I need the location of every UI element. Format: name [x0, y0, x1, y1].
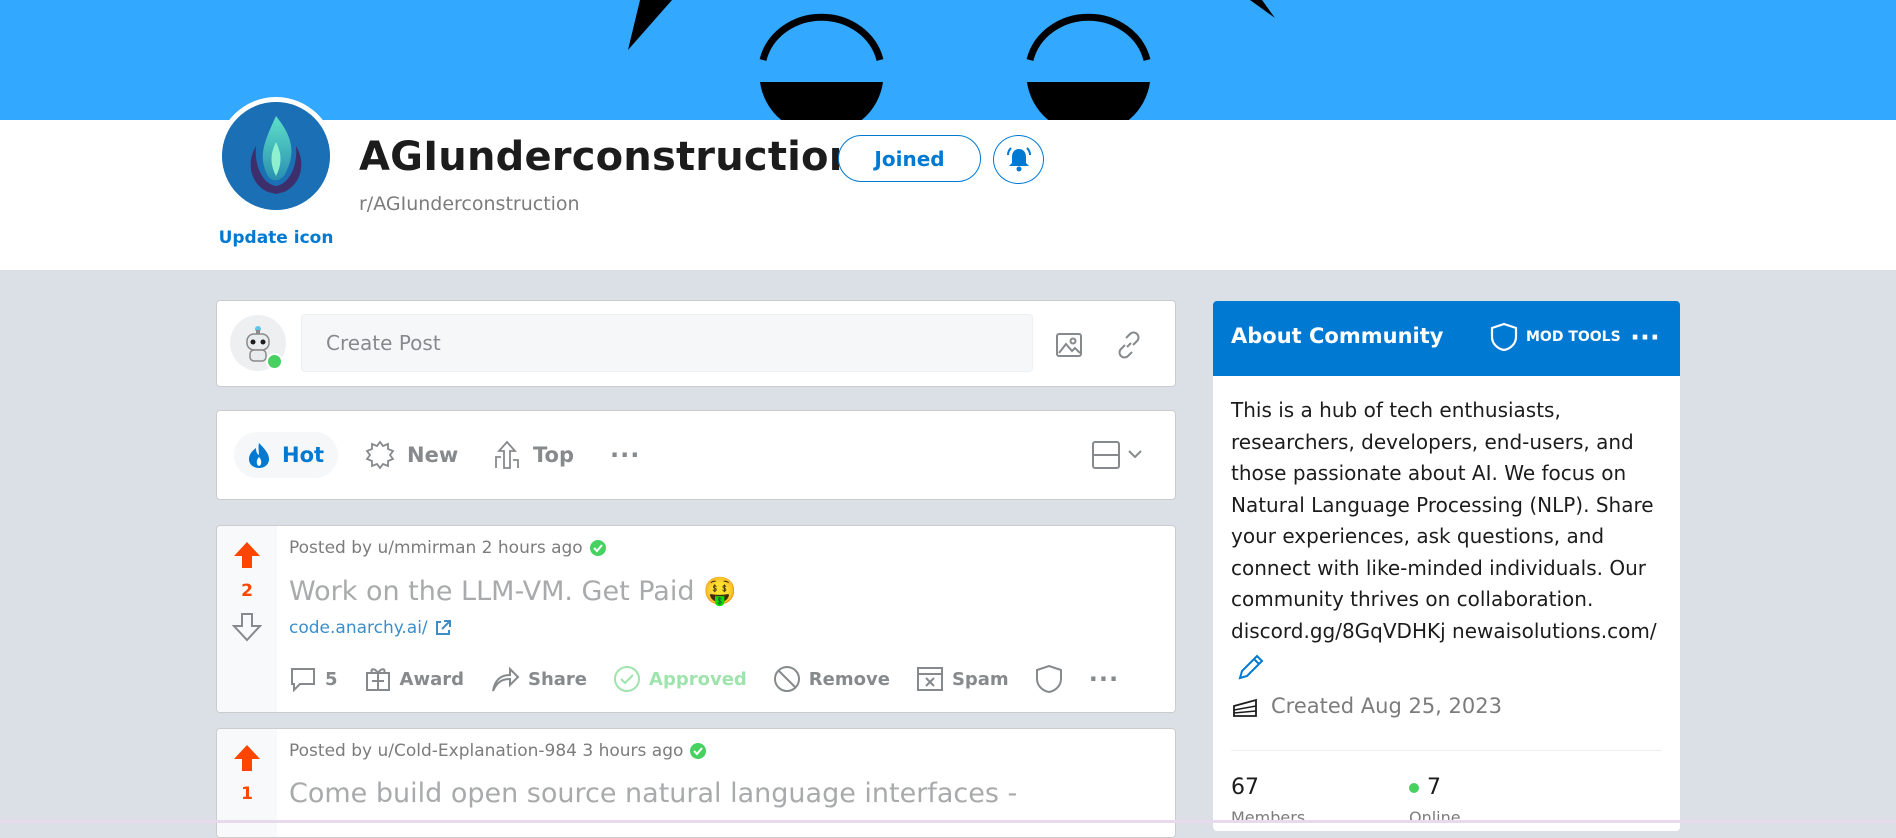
online-label: Online [1409, 808, 1461, 827]
remove-circle-icon [773, 666, 800, 692]
cake-icon [1233, 698, 1257, 717]
share-button[interactable]: Share [490, 665, 587, 693]
more-icon: ··· [1630, 323, 1660, 353]
post-score: 2 [241, 581, 253, 601]
members-count: 67 [1231, 775, 1259, 800]
remove-label: Remove [808, 668, 890, 690]
approved-check-icon [589, 540, 606, 556]
mod-tools-button[interactable]: MOD TOOLS [1490, 322, 1621, 352]
comment-icon [291, 668, 315, 693]
spam-button[interactable]: Spam [916, 665, 1009, 693]
sort-top-label: Top [533, 443, 574, 467]
flame-logo-icon [222, 102, 330, 210]
burst-icon [365, 440, 395, 470]
award-label: Award [399, 668, 464, 690]
community-subreddit-name: r/AGIunderconstruction [359, 193, 580, 215]
post-title[interactable]: Come build open source natural language … [289, 778, 1017, 809]
shield-icon [1490, 322, 1518, 352]
share-label: Share [528, 668, 588, 690]
approved-check-icon [690, 743, 707, 759]
mod-tools-label: MOD TOOLS [1526, 329, 1621, 345]
online-indicator-dot [1409, 782, 1419, 793]
about-community-header: About Community MOD TOOLS ··· [1213, 301, 1680, 376]
post-title-text: Work on the LLM-VM. Get Paid [289, 576, 695, 607]
shield-icon [1035, 664, 1062, 694]
sort-hot-button[interactable]: Hot [234, 432, 339, 478]
about-divider [1231, 750, 1662, 751]
about-community-title: About Community [1231, 324, 1444, 348]
online-status-dot [266, 353, 283, 370]
upvote-button[interactable] [232, 743, 262, 773]
post-link[interactable]: code.anarchy.ai/ [289, 618, 452, 638]
comments-count: 5 [325, 668, 338, 690]
community-avatar[interactable] [217, 97, 335, 215]
joined-button[interactable]: Joined [838, 135, 981, 182]
upvote-button[interactable] [232, 540, 262, 570]
pencil-icon [1238, 654, 1264, 680]
image-upload-button[interactable] [1049, 325, 1089, 365]
approved-button[interactable]: Approved [613, 665, 747, 693]
notification-bell-button[interactable] [993, 135, 1044, 184]
flame-icon [249, 443, 269, 468]
about-community-card: About Community MOD TOOLS ··· This is a … [1213, 301, 1680, 831]
more-icon: ··· [1088, 665, 1120, 693]
link-icon [1118, 331, 1140, 359]
post-title[interactable]: Work on the LLM-VM. Get Paid 🤑 [289, 575, 737, 607]
comments-button[interactable]: 5 [289, 665, 338, 693]
card-view-icon [1092, 441, 1142, 469]
downvote-arrow-icon [232, 613, 262, 642]
post-score: 1 [241, 784, 253, 804]
members-label: Members [1231, 808, 1306, 827]
about-more-button[interactable]: ··· [1625, 323, 1665, 353]
edit-description-button[interactable] [1235, 651, 1267, 683]
spam-icon [916, 667, 943, 691]
community-description: This is a hub of tech enthusiasts, resea… [1231, 398, 1657, 643]
online-stat: 7 [1409, 775, 1441, 800]
post-meta: Posted by u/mmirman 2 hours ago [289, 538, 607, 558]
vote-column: 2 [217, 526, 277, 712]
post-actions: 5 Award Share Approved Remove Spam ··· [289, 661, 1145, 697]
external-link-icon [435, 620, 451, 635]
mod-shield-button[interactable] [1035, 664, 1063, 694]
create-post-input[interactable]: Create Post [301, 314, 1033, 372]
image-icon [1056, 333, 1082, 357]
created-date-text: Created Aug 25, 2023 [1271, 694, 1502, 718]
update-icon-link[interactable]: Update icon [212, 228, 340, 248]
post-more-button[interactable]: ··· [1089, 665, 1119, 693]
post-link-text: code.anarchy.ai/ [289, 618, 428, 638]
post-author-time[interactable]: Posted by u/mmirman 2 hours ago [289, 538, 583, 558]
post-author-time[interactable]: Posted by u/Cold-Explanation-984 3 hours… [289, 741, 683, 761]
sort-bar: Hot New Top ··· [216, 410, 1176, 500]
create-post-card: Create Post [216, 300, 1176, 387]
top-chart-icon [495, 440, 519, 469]
share-arrow-icon [492, 666, 520, 692]
more-icon: ··· [610, 441, 641, 469]
award-button[interactable]: Award [364, 665, 464, 693]
bell-icon [1006, 146, 1031, 171]
post-meta: Posted by u/Cold-Explanation-984 3 hours… [289, 741, 707, 761]
post-card[interactable]: 2 Posted by u/mmirman 2 hours ago Work o… [216, 525, 1176, 713]
spam-label: Spam [951, 668, 1009, 690]
online-count: 7 [1427, 775, 1441, 800]
created-date: Created Aug 25, 2023 [1231, 692, 1502, 720]
view-layout-dropdown[interactable] [1089, 437, 1149, 473]
upvote-arrow-icon [234, 542, 260, 568]
approved-label: Approved [649, 668, 747, 690]
sort-hot-label: Hot [282, 443, 325, 467]
money-face-emoji: 🤑 [703, 576, 737, 607]
sort-new-button[interactable]: New [365, 432, 458, 478]
sort-top-button[interactable]: Top [493, 432, 574, 478]
link-post-button[interactable] [1109, 325, 1149, 365]
gift-icon [365, 668, 390, 691]
sort-more-button[interactable]: ··· [610, 432, 640, 478]
community-title: AGIunderconstruction [359, 134, 858, 180]
remove-button[interactable]: Remove [773, 665, 890, 693]
sort-new-label: New [407, 443, 459, 467]
downvote-button[interactable] [232, 612, 262, 642]
approve-circle-icon [614, 666, 641, 692]
upvote-arrow-icon [234, 745, 260, 771]
